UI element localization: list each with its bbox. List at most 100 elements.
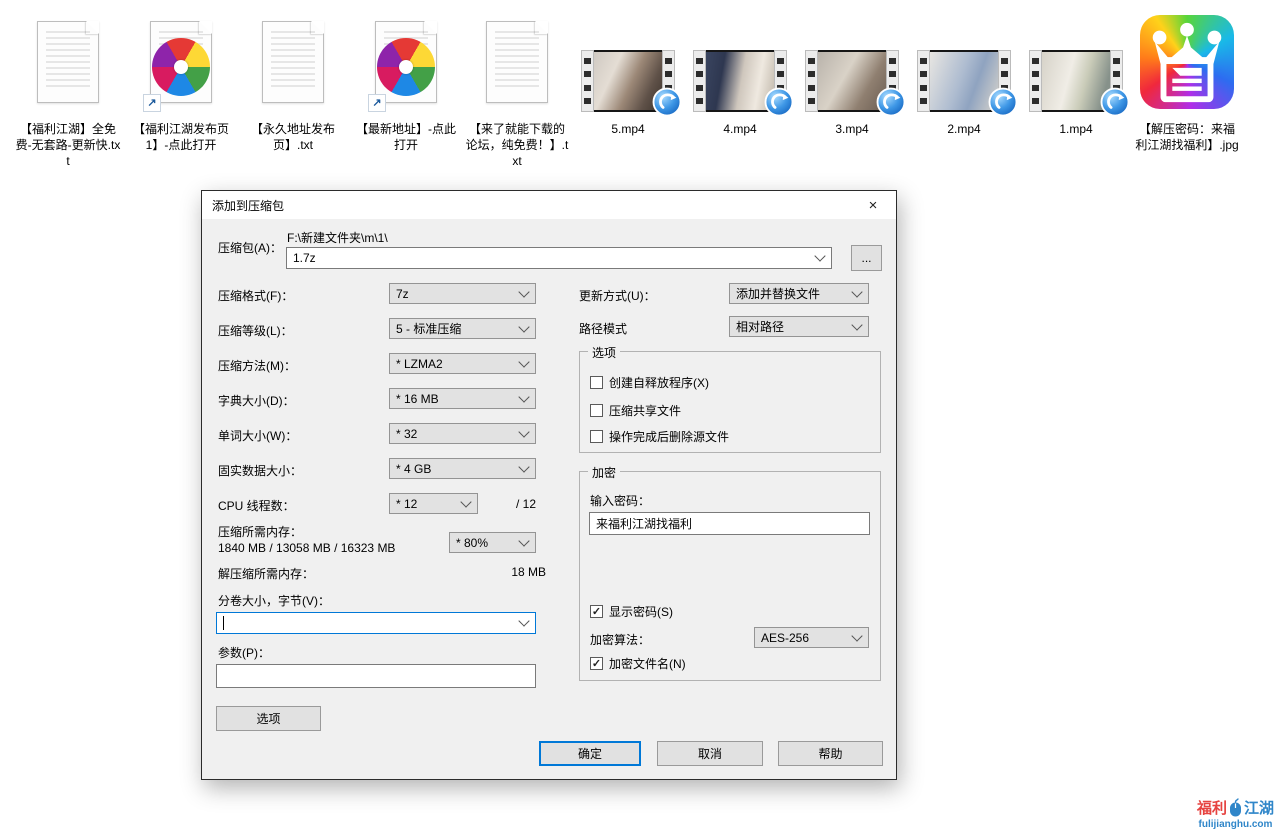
close-button[interactable]: × [850, 191, 896, 219]
ok-button[interactable]: 确定 [539, 741, 641, 766]
desktop-icon-txt-2[interactable]: 【永久地址发布页】.txt [237, 10, 349, 153]
site-watermark: 福利 江湖 fulijianghu.com [1197, 797, 1274, 830]
watermark-brand-blue: 江湖 [1244, 797, 1274, 818]
chevron-down-icon [518, 286, 529, 297]
level-select[interactable]: 5 - 标准压缩 [389, 318, 536, 339]
cpu-threads-select[interactable]: * 12 [389, 493, 478, 514]
dictionary-select[interactable]: * 16 MB [389, 388, 536, 409]
solid-block-select[interactable]: * 4 GB [389, 458, 536, 479]
algorithm-select[interactable]: AES-256 [754, 627, 869, 648]
chevron-down-icon [518, 615, 529, 626]
crown-logo-icon [1140, 15, 1234, 109]
level-label: 压缩等级(L)： [218, 322, 293, 339]
icon-label: 【来了就能下载的论坛，纯免费！】.txt [461, 121, 573, 170]
icon-label: 3.mp4 [796, 121, 908, 137]
path-mode-select[interactable]: 相对路径 [729, 316, 869, 337]
desktop-icon-video-1[interactable]: 1.mp4 [1020, 10, 1132, 137]
volume-size-combobox[interactable] [216, 612, 536, 634]
icon-label: 【解压密码：来福利江湖找福利】.jpg [1131, 121, 1243, 153]
options-group-legend: 选项 [588, 344, 620, 361]
browser-pinwheel-icon [152, 38, 210, 96]
checkbox-create-sfx[interactable]: 创建自释放程序(X) [590, 374, 709, 391]
checkbox-icon [590, 605, 603, 618]
chevron-down-icon [518, 426, 529, 437]
parameters-input[interactable] [216, 664, 536, 688]
chevron-down-icon [851, 630, 862, 641]
chevron-down-icon [851, 319, 862, 330]
desktop-icon-video-2[interactable]: 2.mp4 [908, 10, 1020, 137]
format-select[interactable]: 7z [389, 283, 536, 304]
memory-percent-select[interactable]: * 80% [449, 532, 536, 553]
word-size-label: 单词大小(W)： [218, 427, 297, 444]
desktop-icon-jpg[interactable]: 【解压密码：来福利江湖找福利】.jpg [1131, 10, 1243, 153]
archive-path: F:\新建文件夹\m\1\ [287, 229, 388, 246]
mouse-icon [1229, 798, 1242, 817]
chevron-down-icon [518, 356, 529, 367]
shortcut-arrow-icon: ↗ [368, 94, 386, 112]
video-thumbnail [805, 50, 899, 112]
browse-button[interactable]: ... [851, 245, 882, 271]
parameters-label: 参数(P)： [218, 644, 270, 661]
options-button[interactable]: 选项 [216, 706, 321, 731]
update-mode-label: 更新方式(U)： [579, 287, 656, 304]
watermark-brand-red: 福利 [1197, 797, 1227, 818]
icon-label: 1.mp4 [1020, 121, 1132, 137]
algorithm-label: 加密算法： [590, 631, 650, 648]
password-input[interactable] [589, 512, 870, 535]
text-file-icon [486, 21, 548, 103]
archive-label: 压缩包(A)： [218, 239, 282, 256]
chevron-down-icon [460, 496, 471, 507]
encryption-group-legend: 加密 [588, 464, 620, 481]
help-button[interactable]: 帮助 [778, 741, 883, 766]
checkbox-icon [590, 376, 603, 389]
desktop-icon-link-1[interactable]: ↗ 【福利江湖发布页1】-点此打开 [125, 10, 237, 153]
memory-usage-label: 压缩所需内存： [218, 523, 302, 540]
icon-label: 4.mp4 [684, 121, 796, 137]
player-overlay-icon [876, 87, 906, 117]
desktop-icon-video-3[interactable]: 3.mp4 [796, 10, 908, 137]
player-overlay-icon [1100, 87, 1130, 117]
text-file-icon [262, 21, 324, 103]
shortcut-arrow-icon: ↗ [143, 94, 161, 112]
player-overlay-icon [652, 87, 682, 117]
checkbox-encrypt-filenames[interactable]: 加密文件名(N) [590, 655, 686, 672]
checkbox-icon [590, 430, 603, 443]
memory-usage-detail: 1840 MB / 13058 MB / 16323 MB [218, 541, 395, 555]
chevron-down-icon [851, 286, 862, 297]
icon-label: 【福利江湖发布页1】-点此打开 [125, 121, 237, 153]
decompress-memory-label: 解压缩所需内存： [218, 565, 314, 582]
icon-label: 【福利江湖】全免费-无套路-更新快.txt [12, 121, 124, 170]
checkbox-icon [590, 404, 603, 417]
word-size-select[interactable]: * 32 [389, 423, 536, 444]
dialog-titlebar[interactable]: 添加到压缩包 × [202, 191, 896, 219]
volume-size-label: 分卷大小，字节(V)： [218, 592, 330, 609]
player-overlay-icon [988, 87, 1018, 117]
browser-pinwheel-icon [377, 38, 435, 96]
update-mode-select[interactable]: 添加并替换文件 [729, 283, 869, 304]
video-thumbnail [581, 50, 675, 112]
checkbox-delete-after[interactable]: 操作完成后删除源文件 [590, 428, 729, 445]
checkbox-shared-files[interactable]: 压缩共享文件 [590, 402, 681, 419]
desktop-icon-link-2[interactable]: ↗ 【最新地址】-点此打开 [350, 10, 462, 153]
archive-name-combobox[interactable]: 1.7z [286, 247, 832, 269]
desktop-icon-video-5[interactable]: 5.mp4 [572, 10, 684, 137]
video-thumbnail [693, 50, 787, 112]
cancel-button[interactable]: 取消 [657, 741, 763, 766]
checkbox-icon [590, 657, 603, 670]
dictionary-label: 字典大小(D)： [218, 392, 295, 409]
text-file-icon [37, 21, 99, 103]
checkbox-show-password[interactable]: 显示密码(S) [590, 603, 673, 620]
desktop-icon-txt-3[interactable]: 【来了就能下载的论坛，纯免费！】.txt [461, 10, 573, 170]
solid-block-label: 固实数据大小： [218, 462, 302, 479]
chevron-down-icon [518, 321, 529, 332]
icon-label: 5.mp4 [572, 121, 684, 137]
method-select[interactable]: * LZMA2 [389, 353, 536, 374]
chevron-down-icon [518, 461, 529, 472]
chevron-down-icon [518, 391, 529, 402]
cpu-threads-label: CPU 线程数： [218, 497, 295, 514]
close-icon: × [869, 197, 878, 214]
icon-label: 【永久地址发布页】.txt [237, 121, 349, 153]
desktop-icon-txt-1[interactable]: 【福利江湖】全免费-无套路-更新快.txt [12, 10, 124, 170]
add-to-archive-dialog: 添加到压缩包 × 压缩包(A)： F:\新建文件夹\m\1\ 1.7z ... … [201, 190, 897, 780]
desktop-icon-video-4[interactable]: 4.mp4 [684, 10, 796, 137]
